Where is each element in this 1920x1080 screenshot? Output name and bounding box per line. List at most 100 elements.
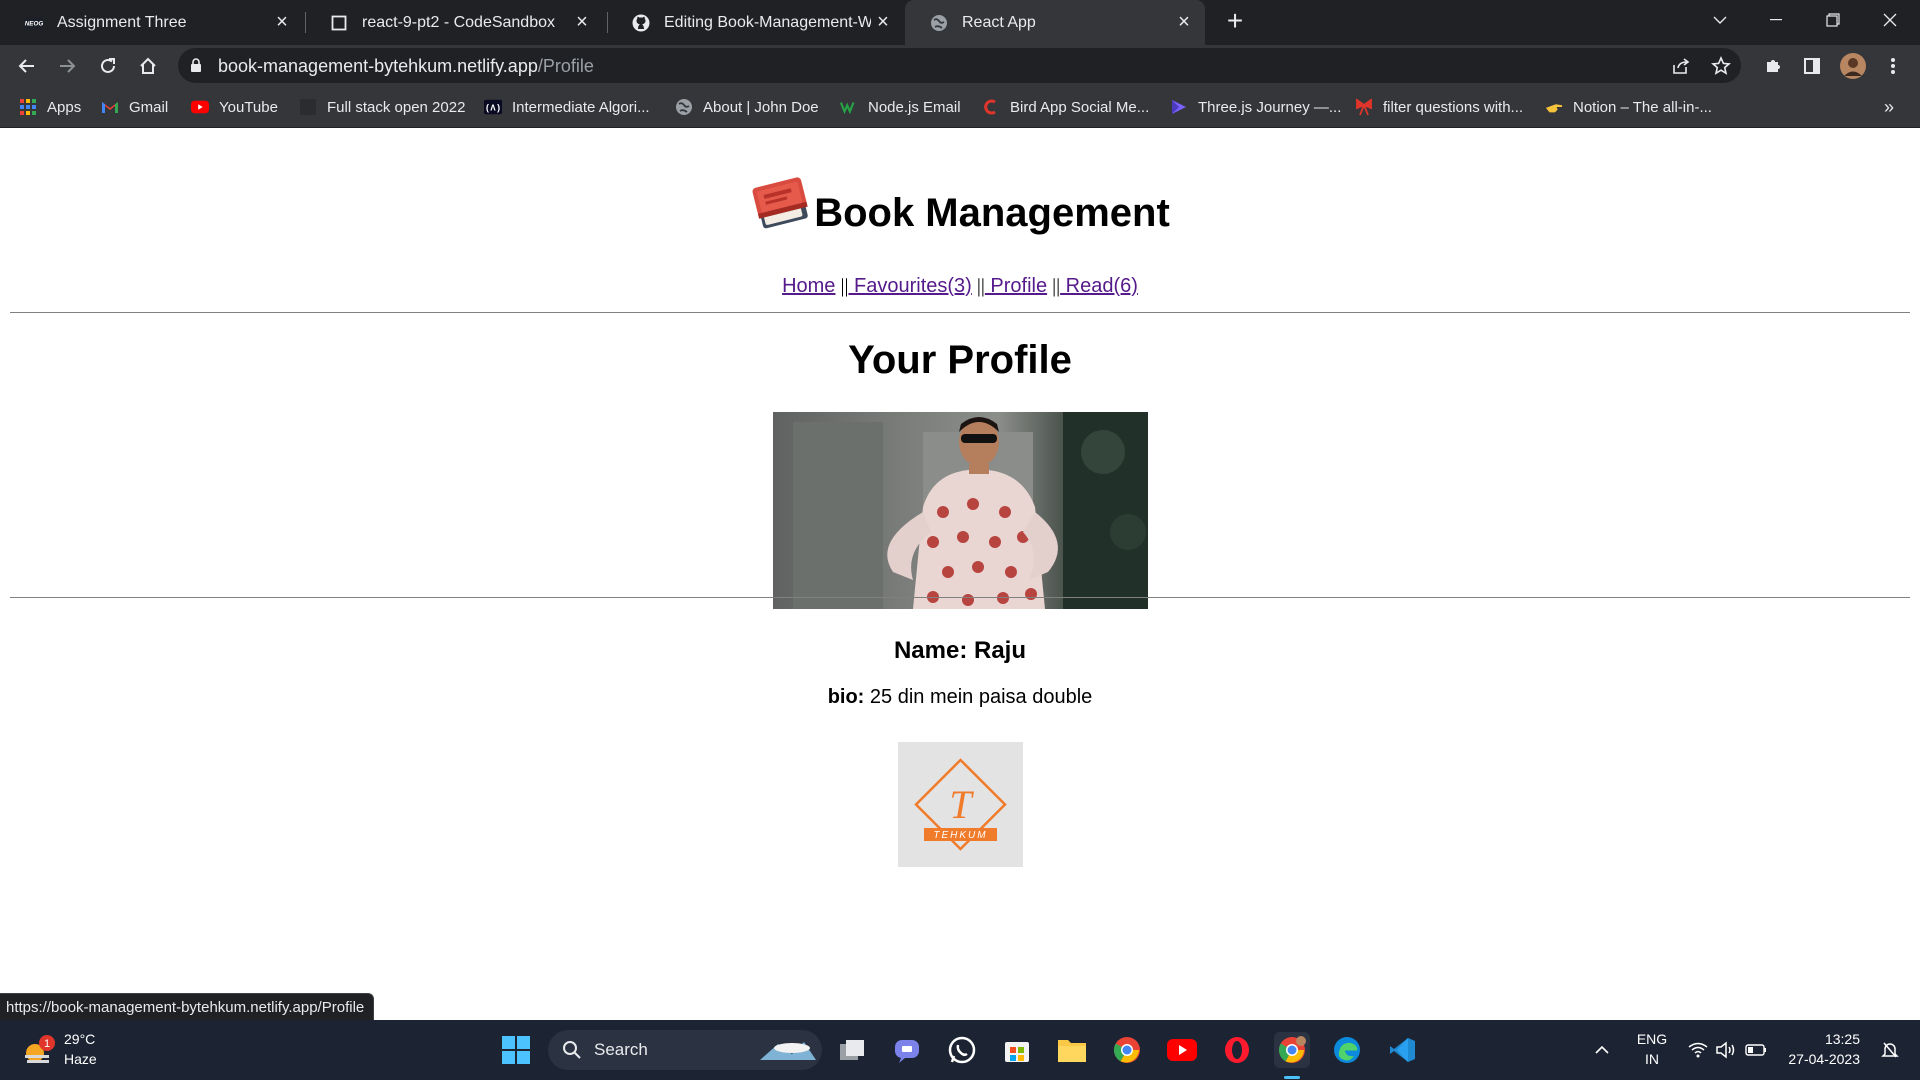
back-arrow-icon[interactable] — [10, 49, 44, 83]
bio-text: 25 din mein paisa double — [864, 686, 1093, 708]
teams-chat-icon[interactable] — [889, 1032, 925, 1068]
svg-text:NEOG: NEOG — [25, 20, 43, 27]
github-favicon-icon — [632, 14, 650, 32]
bookmark-label: Intermediate Algori... — [512, 98, 650, 116]
notion-hand-icon — [1545, 98, 1563, 116]
nav-link-home[interactable]: Home — [782, 275, 835, 297]
link-status-bubble: https://book-management-bytehkum.netlify… — [0, 993, 375, 1020]
logo-letter: T — [949, 782, 974, 827]
page-title: Your Profile — [848, 338, 1072, 382]
tab-strip: NEOG Assignment Three × react-9-pt2 - Co… — [0, 0, 1920, 45]
address-bar[interactable]: book-management-bytehkum.netlify.app/Pro… — [178, 48, 1741, 83]
weather-condition[interactable]: Haze — [64, 1051, 97, 1067]
bookmark-apps[interactable]: Apps — [19, 96, 81, 118]
url-host: book-management-bytehkum.netlify.app — [218, 56, 538, 76]
chrome-icon[interactable] — [1109, 1032, 1145, 1068]
tab-title: Editing Book-Management-Web — [664, 13, 871, 31]
bookmark-label: About | John Doe — [703, 98, 819, 116]
close-icon[interactable]: × — [871, 11, 895, 35]
vscode-icon[interactable] — [1384, 1032, 1420, 1068]
menu-kebab-icon[interactable] — [1876, 49, 1910, 83]
clock-date[interactable]: 27-04-2023 — [1780, 1051, 1860, 1067]
nav-link-read[interactable]: Read(6) — [1060, 275, 1138, 297]
tehkum-logo: T TEHKUM — [898, 742, 1023, 867]
weather-badge: 1 — [44, 1038, 50, 1050]
youtube-app-icon[interactable] — [1164, 1032, 1200, 1068]
bookmark-full-stack-open[interactable]: Full stack open 2022 — [299, 96, 465, 118]
minimize-button[interactable] — [1748, 0, 1804, 40]
bookmark-label: filter questions with... — [1383, 98, 1524, 116]
fullstackopen-icon — [299, 98, 317, 116]
taskbar-search[interactable]: Search — [548, 1030, 822, 1070]
task-view-icon[interactable] — [834, 1032, 870, 1068]
bookmark-filter-questions[interactable]: filter questions with... — [1355, 96, 1523, 118]
more-bookmarks-chevron-icon[interactable]: » — [1884, 96, 1894, 118]
bookmark-notion[interactable]: Notion – The all-in-... — [1545, 96, 1712, 118]
tab-github-editing[interactable]: Editing Book-Management-Web × — [607, 0, 905, 45]
reload-icon[interactable] — [91, 49, 125, 83]
bookmark-youtube[interactable]: YouTube — [191, 96, 278, 118]
bookmark-label: Apps — [47, 98, 82, 116]
language-indicator-in[interactable]: IN — [1632, 1051, 1672, 1067]
weather-widget-icon[interactable]: 1 — [20, 1032, 56, 1068]
site-header: Book Management — [0, 177, 1920, 249]
bookmark-threejs-journey[interactable]: Three.js Journey —... — [1170, 96, 1341, 118]
tab-title: react-9-pt2 - CodeSandbox — [362, 13, 555, 31]
bookmark-intermediate-algorithms[interactable]: (Λ) Intermediate Algori... — [484, 96, 650, 118]
close-icon[interactable]: × — [270, 11, 294, 35]
globe-favicon-icon — [930, 14, 948, 32]
battery-icon[interactable] — [1738, 1032, 1774, 1068]
svg-text:(Λ): (Λ) — [485, 104, 501, 114]
extensions-puzzle-icon[interactable] — [1756, 49, 1790, 83]
share-icon[interactable] — [1669, 54, 1693, 78]
lock-icon[interactable] — [190, 58, 202, 78]
restore-button[interactable] — [1805, 0, 1861, 40]
bookmark-label: Bird App Social Me... — [1010, 98, 1150, 116]
opera-icon[interactable] — [1219, 1032, 1255, 1068]
search-placeholder: Search — [594, 1040, 648, 1059]
edge-icon[interactable] — [1329, 1032, 1365, 1068]
file-explorer-icon[interactable] — [1054, 1032, 1090, 1068]
whatsapp-icon[interactable] — [944, 1032, 980, 1068]
chrome-profile-active-icon[interactable] — [1274, 1032, 1310, 1068]
language-indicator-eng[interactable]: ENG — [1632, 1031, 1672, 1047]
bookmark-about-john-doe[interactable]: About | John Doe — [675, 96, 819, 118]
windows-start-icon[interactable] — [498, 1032, 534, 1068]
notifications-bell-icon[interactable] — [1872, 1032, 1908, 1068]
close-icon[interactable]: × — [570, 11, 594, 35]
footer-divider — [10, 597, 1910, 598]
threejs-icon — [1170, 98, 1188, 116]
star-icon[interactable] — [1709, 54, 1733, 78]
page-content: Book Management Home || Favourites(3) ||… — [0, 128, 1920, 1018]
bookmark-nodejs-email[interactable]: Node.js Email — [840, 96, 961, 118]
home-icon[interactable] — [131, 49, 165, 83]
clock-time[interactable]: 13:25 — [1780, 1031, 1860, 1047]
gmail-icon — [101, 98, 119, 116]
close-window-button[interactable] — [1862, 0, 1918, 40]
url-text: book-management-bytehkum.netlify.app/Pro… — [218, 56, 594, 77]
close-icon[interactable]: × — [1172, 11, 1196, 35]
site-title: Book Management — [814, 191, 1170, 235]
chevron-up-icon[interactable] — [1584, 1032, 1620, 1068]
nav-link-profile[interactable]: Profile — [985, 275, 1047, 297]
tab-react-app[interactable]: React App × — [905, 0, 1205, 45]
bookmark-label: Node.js Email — [868, 98, 961, 116]
nav-link-favourites[interactable]: Favourites(3) — [848, 275, 972, 297]
codesandbox-favicon-icon — [330, 14, 348, 32]
bookmark-gmail[interactable]: Gmail — [101, 96, 168, 118]
nav-separator: || — [976, 275, 985, 297]
profile-avatar[interactable] — [1836, 49, 1870, 83]
header-divider — [10, 312, 1910, 313]
nodejs-email-icon — [840, 98, 858, 116]
tab-search-chevron-icon[interactable] — [1692, 0, 1748, 40]
new-tab-button[interactable]: + — [1220, 7, 1250, 37]
neog-favicon-icon: NEOG — [25, 14, 43, 32]
microsoft-store-icon[interactable] — [999, 1032, 1035, 1068]
weather-temperature[interactable]: 29°C — [64, 1031, 95, 1047]
tab-codesandbox[interactable]: react-9-pt2 - CodeSandbox × — [305, 0, 603, 45]
bookmark-bird-app[interactable]: Bird App Social Me... — [982, 96, 1149, 118]
side-panel-icon[interactable] — [1795, 49, 1829, 83]
forward-arrow-icon[interactable] — [50, 49, 84, 83]
globe-icon — [675, 98, 693, 116]
tab-assignment-three[interactable]: NEOG Assignment Three × — [0, 0, 303, 45]
